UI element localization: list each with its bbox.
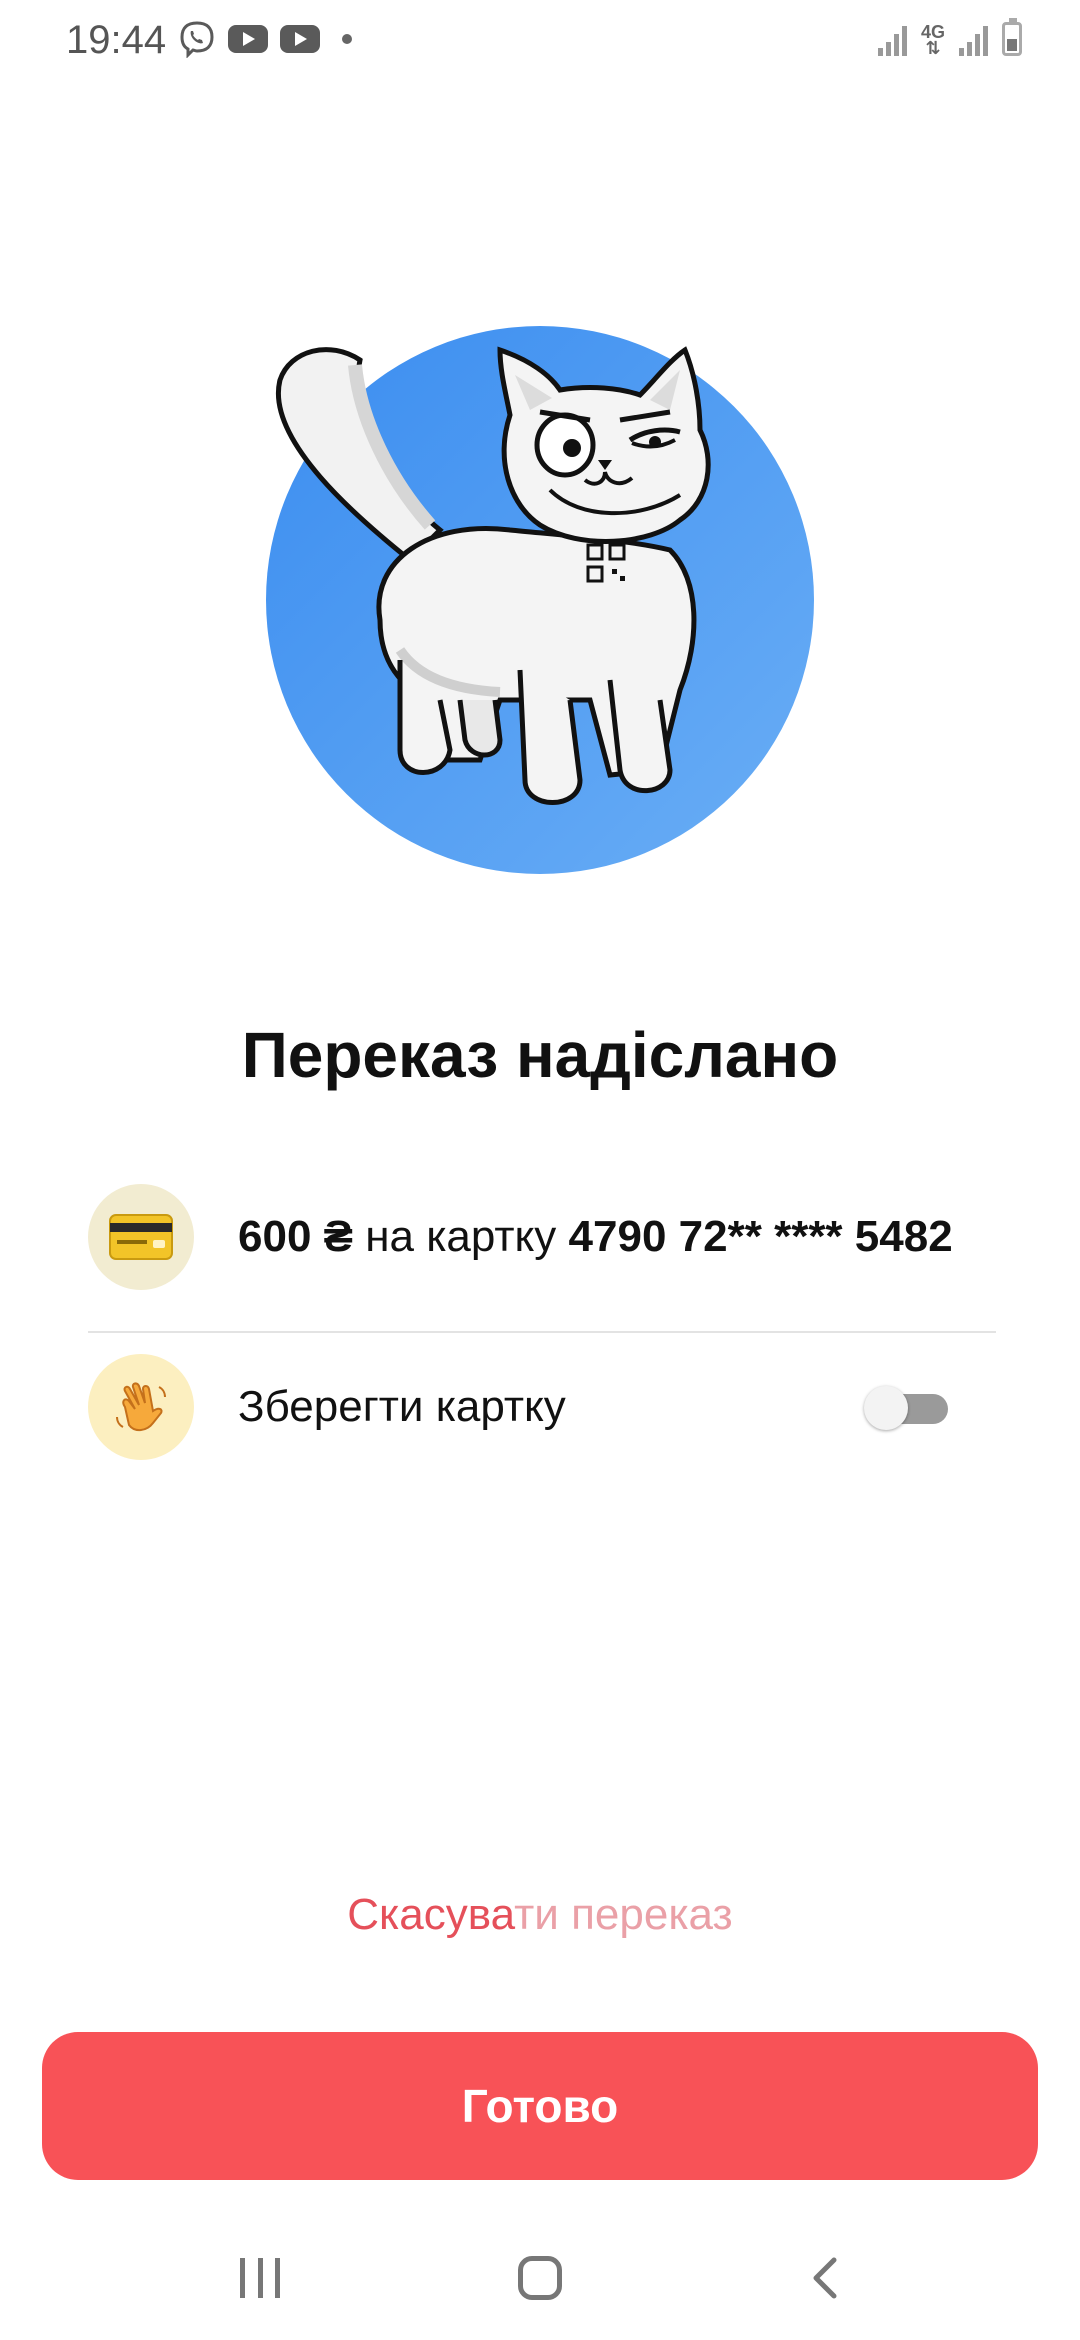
cancel-label-part1: Скасува bbox=[347, 1890, 515, 1939]
youtube-icon bbox=[280, 25, 320, 53]
page-title: Переказ надіслано bbox=[241, 1019, 839, 1091]
signal-icon bbox=[877, 22, 907, 56]
notification-dot bbox=[342, 34, 352, 44]
save-card-row[interactable]: Зберегти картку bbox=[88, 1354, 996, 1460]
status-bar: 19:44 4G ⇅ bbox=[0, 0, 1080, 84]
signal-icon bbox=[959, 22, 988, 56]
transfer-amount: 600 ₴ bbox=[238, 1212, 353, 1261]
battery-icon bbox=[1002, 18, 1022, 56]
waving-hand-icon bbox=[116, 1382, 166, 1431]
viber-icon bbox=[180, 21, 214, 58]
back-icon[interactable] bbox=[806, 2254, 846, 2302]
card-icon-circle bbox=[88, 1184, 194, 1290]
save-card-label: Зберегти картку bbox=[238, 1382, 566, 1431]
credit-card-icon bbox=[109, 1214, 173, 1260]
cancel-label-part2: ти переказ bbox=[514, 1890, 733, 1939]
card-number: 4790 72** **** 5482 bbox=[568, 1212, 953, 1261]
transfer-connector: на картку bbox=[365, 1212, 557, 1261]
youtube-icon bbox=[228, 25, 268, 53]
cat-mascot-illustration bbox=[266, 326, 814, 874]
save-card-toggle[interactable] bbox=[864, 1386, 948, 1430]
transfer-info-row: 600 ₴ на картку 4790 72** **** 5482 bbox=[88, 1184, 996, 1290]
recents-icon[interactable] bbox=[240, 2258, 280, 2298]
done-button[interactable]: Готово bbox=[42, 2032, 1038, 2180]
notification-icons bbox=[178, 20, 352, 58]
divider bbox=[88, 1331, 996, 1333]
toggle-knob bbox=[864, 1386, 908, 1430]
network-type: 4G ⇅ bbox=[920, 22, 945, 58]
system-icons: 4G ⇅ bbox=[877, 18, 1022, 58]
status-time: 19:44 bbox=[66, 18, 167, 62]
wave-icon-circle bbox=[88, 1354, 194, 1460]
navigation-bar bbox=[0, 2220, 1080, 2340]
home-icon[interactable] bbox=[518, 2256, 562, 2300]
cancel-transfer-link[interactable]: Скасувати переказ bbox=[0, 1890, 1080, 1940]
transfer-details: 600 ₴ на картку 4790 72** **** 5482 bbox=[238, 1212, 953, 1262]
